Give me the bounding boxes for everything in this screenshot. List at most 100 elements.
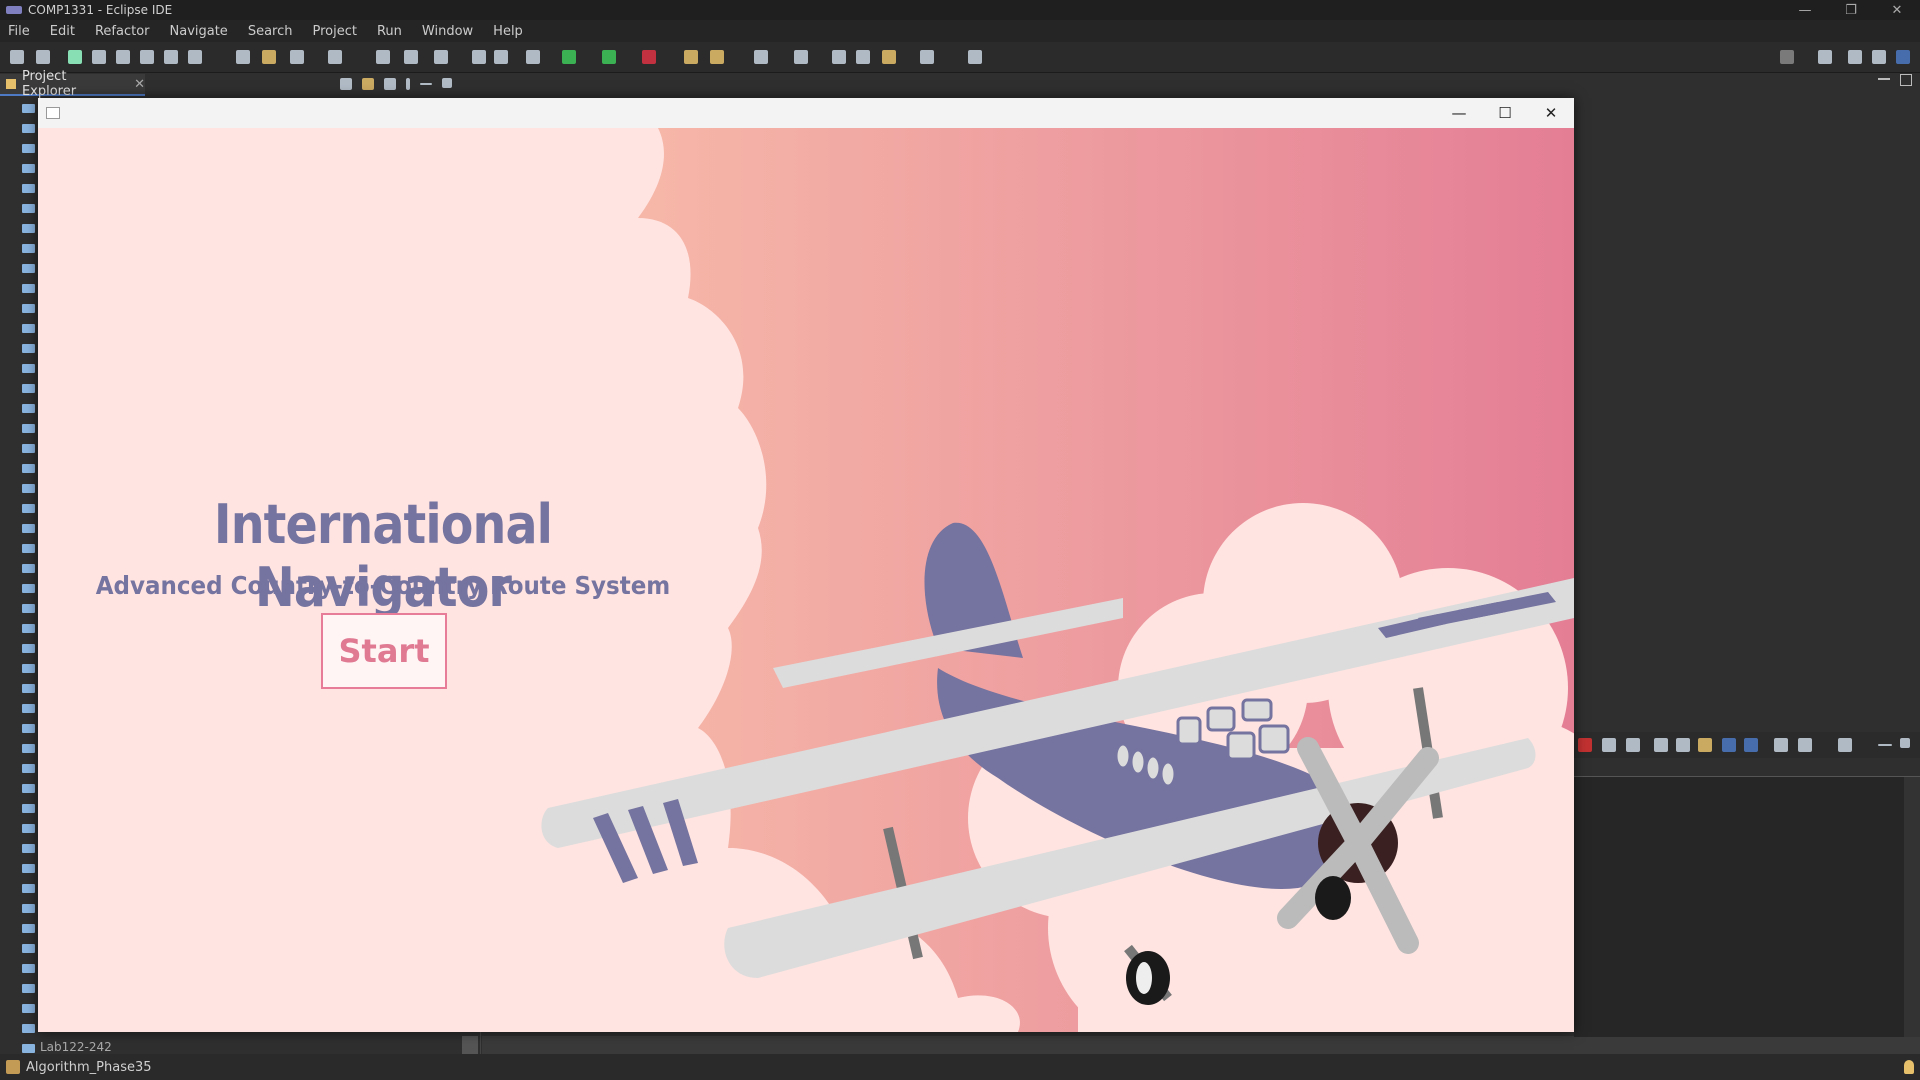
folder-icon[interactable] (22, 384, 35, 393)
folder-icon[interactable] (22, 864, 35, 873)
tree-item-label[interactable]: Lab122-242 (40, 1040, 112, 1054)
minimize-view-icon[interactable] (1878, 78, 1890, 80)
debug-icon[interactable] (526, 50, 540, 64)
start-button[interactable]: Start (321, 613, 447, 689)
folder-icon[interactable] (22, 784, 35, 793)
folder-icon[interactable] (22, 224, 35, 233)
app-close-icon[interactable]: ✕ (1528, 98, 1574, 128)
toolbar-icon[interactable] (290, 50, 304, 64)
folder-icon[interactable] (22, 744, 35, 753)
folder-icon[interactable] (22, 244, 35, 253)
menu-file[interactable]: File (8, 24, 30, 39)
forward-icon[interactable] (920, 50, 934, 64)
folder-icon[interactable] (22, 724, 35, 733)
folder-icon[interactable] (22, 424, 35, 433)
maximize-view-icon[interactable] (1900, 738, 1910, 748)
toolbar-icon[interactable] (328, 50, 342, 64)
folder-icon[interactable] (22, 184, 35, 193)
folder-icon[interactable] (22, 804, 35, 813)
open-perspective-icon[interactable] (1818, 50, 1832, 64)
menu-project[interactable]: Project (312, 24, 356, 39)
toolbar-icon[interactable] (236, 50, 250, 64)
folder-icon[interactable] (22, 664, 35, 673)
save-icon[interactable] (472, 50, 486, 64)
folder-icon[interactable] (22, 204, 35, 213)
next-annotation-icon[interactable] (856, 50, 870, 64)
toolbar-icon[interactable] (404, 50, 418, 64)
prev-annotation-icon[interactable] (832, 50, 846, 64)
folder-icon[interactable] (22, 844, 35, 853)
app-maximize-icon[interactable]: ☐ (1482, 98, 1528, 128)
show-console-stdout-icon[interactable] (1722, 738, 1736, 752)
resume-icon[interactable] (68, 50, 82, 64)
perspective-java-icon[interactable] (1896, 50, 1910, 64)
coverage-icon[interactable] (602, 50, 616, 64)
folder-icon[interactable] (22, 924, 35, 933)
perspective-icon[interactable] (1872, 50, 1886, 64)
folder-icon[interactable] (22, 1004, 35, 1013)
folder-icon[interactable] (22, 904, 35, 913)
toolbar-icon[interactable] (376, 50, 390, 64)
folder-icon[interactable] (22, 544, 35, 553)
open-console-icon[interactable] (1838, 738, 1852, 752)
collapse-all-icon[interactable] (340, 78, 352, 90)
step-icon[interactable] (140, 50, 154, 64)
toolbar-icon[interactable] (10, 50, 24, 64)
minimize-view-icon[interactable] (1878, 744, 1892, 746)
folder-icon[interactable] (22, 944, 35, 953)
link-editor-icon[interactable] (362, 78, 374, 90)
menu-refactor[interactable]: Refactor (95, 24, 150, 39)
maximize-view-icon[interactable] (442, 78, 452, 88)
folder-icon[interactable] (22, 464, 35, 473)
terminate-icon[interactable] (1578, 738, 1592, 752)
folder-icon[interactable] (22, 884, 35, 893)
toolbar-icon[interactable] (754, 50, 768, 64)
menu-help[interactable]: Help (493, 24, 523, 39)
lightbulb-icon[interactable] (1904, 1060, 1914, 1074)
folder-icon[interactable] (22, 144, 35, 153)
menu-run[interactable]: Run (377, 24, 402, 39)
folder-icon[interactable] (22, 1024, 35, 1033)
toolbar-icon[interactable] (794, 50, 808, 64)
folder-icon[interactable] (22, 404, 35, 413)
scrollbar-thumb[interactable] (462, 1036, 478, 1054)
search-task-icon[interactable] (710, 50, 724, 64)
open-type-icon[interactable] (684, 50, 698, 64)
remove-launch-icon[interactable] (1602, 738, 1616, 752)
search-icon[interactable] (1780, 50, 1794, 64)
folder-icon[interactable] (22, 684, 35, 693)
toolbar-icon[interactable] (968, 50, 982, 64)
folder-icon[interactable] (22, 344, 35, 353)
back-icon[interactable] (882, 50, 896, 64)
maximize-view-icon[interactable] (1900, 74, 1912, 86)
remove-all-icon[interactable] (1626, 738, 1640, 752)
new-icon[interactable] (434, 50, 448, 64)
step-return-icon[interactable] (188, 50, 202, 64)
app-minimize-icon[interactable]: — (1436, 98, 1482, 128)
folder-icon[interactable] (22, 264, 35, 273)
folder-icon[interactable] (22, 364, 35, 373)
menu-search[interactable]: Search (248, 24, 293, 39)
terminate-icon[interactable] (116, 50, 130, 64)
folder-icon[interactable] (22, 764, 35, 773)
perspective-icon[interactable] (1848, 50, 1862, 64)
minimize-view-icon[interactable] (420, 83, 432, 85)
editor-horizontal-scrollbar[interactable] (482, 1036, 1920, 1054)
project-explorer-tab[interactable]: Project Explorer ✕ (0, 69, 145, 99)
restore-icon[interactable]: ❐ (1828, 0, 1874, 20)
folder-icon[interactable] (22, 164, 35, 173)
filter-icon[interactable] (384, 78, 396, 90)
folder-icon[interactable] (22, 324, 35, 333)
menu-navigate[interactable]: Navigate (170, 24, 228, 39)
menu-window[interactable]: Window (422, 24, 473, 39)
folder-icon[interactable] (22, 584, 35, 593)
toolbar-icon[interactable] (262, 50, 276, 64)
scroll-lock-icon[interactable] (1676, 738, 1690, 752)
folder-icon[interactable] (22, 124, 35, 133)
folder-icon[interactable] (22, 304, 35, 313)
menu-edit[interactable]: Edit (50, 24, 75, 39)
folder-icon[interactable] (22, 624, 35, 633)
folder-icon[interactable] (22, 284, 35, 293)
folder-icon[interactable] (22, 524, 35, 533)
word-wrap-icon[interactable] (1698, 738, 1712, 752)
